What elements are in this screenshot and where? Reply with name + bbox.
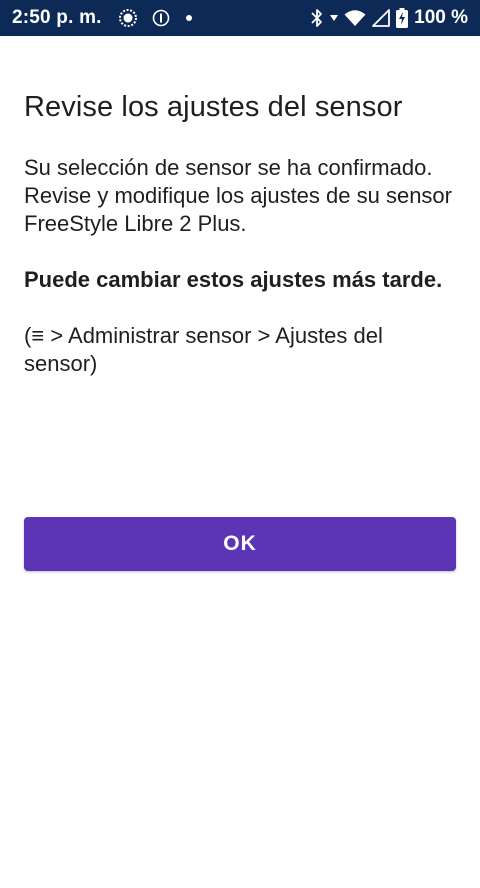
battery-charging-icon (396, 8, 409, 28)
status-time: 2:50 p. m. (12, 7, 102, 28)
wifi-icon (344, 9, 366, 27)
main-content: Revise los ajustes del sensor Su selecci… (24, 88, 456, 378)
info-circle-icon (152, 9, 170, 27)
battery-percentage: 100 % (414, 7, 468, 28)
status-bar: 2:50 p. m. 100 % (0, 0, 480, 36)
status-right-icons: 100 % (310, 7, 468, 29)
bluetooth-icon (310, 8, 324, 28)
activity-ring-icon (118, 8, 138, 28)
cellular-signal-icon (372, 9, 391, 27)
notification-dot-icon (184, 13, 194, 23)
settings-path-hint: (≡ > Administrar sensor > Ajustes del se… (24, 323, 383, 376)
status-left-icons (118, 8, 194, 28)
data-arrow-icon (330, 14, 339, 22)
ok-button[interactable]: OK (24, 517, 456, 571)
change-later-note: Puede cambiar estos ajustes más tarde. (24, 267, 443, 292)
page-title: Revise los ajustes del sensor (24, 91, 403, 123)
confirmation-text: Su selección de sensor se ha confirmado.… (24, 155, 452, 236)
